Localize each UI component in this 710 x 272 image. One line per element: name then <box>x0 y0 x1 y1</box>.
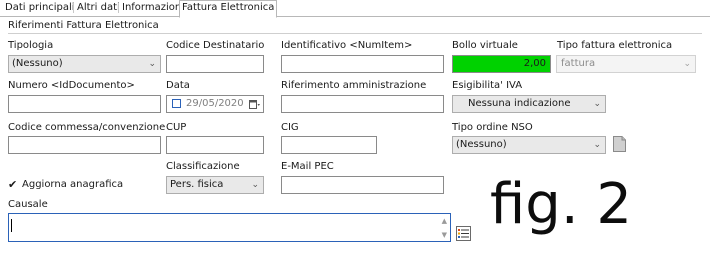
identificativo-field[interactable] <box>281 55 444 73</box>
chevron-down-icon: ⌄ <box>251 180 259 190</box>
email-pec-field[interactable] <box>281 176 444 194</box>
document-icon[interactable] <box>613 136 626 152</box>
causale-textarea[interactable]: ▲ ▼ <box>8 213 451 242</box>
tipologia-value: (Nessuno) <box>12 58 63 69</box>
tab-fattura-elettronica[interactable]: Fattura Elettronica <box>179 0 278 18</box>
tipologia-select[interactable]: (Nessuno) ⌄ <box>8 55 161 73</box>
label-data: Data <box>166 80 190 91</box>
tipo-fattura-select[interactable]: fattura ⌄ <box>556 55 696 73</box>
cup-field[interactable] <box>166 136 264 154</box>
riferimento-amministrazione-field[interactable] <box>281 95 444 113</box>
label-cig: CIG <box>281 122 299 133</box>
tab-altri-dati[interactable]: Altri dati <box>75 1 122 15</box>
label-esigibilita-iva: Esigibilita' IVA <box>452 80 523 91</box>
tab-bar: Dati principali Altri dati Informazioni … <box>0 0 710 18</box>
label-email-pec: E-Mail PEC <box>281 161 334 172</box>
chevron-down-icon: ⌄ <box>148 59 156 69</box>
aggiorna-anagrafica-checkbox[interactable]: ✔ <box>8 179 19 190</box>
label-cup: CUP <box>166 122 187 133</box>
section-divider <box>8 33 702 34</box>
scroll-up-icon[interactable]: ▲ <box>442 217 447 225</box>
text-caret <box>11 219 12 232</box>
section-title: Riferimenti Fattura Elettronica <box>8 20 159 31</box>
tipo-ordine-nso-select[interactable]: (Nessuno) ⌄ <box>452 136 606 154</box>
label-riferimento-amministrazione: Riferimento amministrazione <box>281 80 427 91</box>
label-tipo-fattura: Tipo fattura elettronica <box>557 40 673 51</box>
tab-dati-principali[interactable]: Dati principali <box>3 1 77 15</box>
label-numero: Numero <IdDocumento> <box>8 80 135 91</box>
tab-informazioni[interactable]: Informazioni <box>120 1 186 15</box>
label-codice-destinatario: Codice Destinatario <box>166 40 265 51</box>
calendar-icon[interactable] <box>249 99 260 110</box>
label-aggiorna-anagrafica: Aggiorna anagrafica <box>22 179 124 190</box>
chevron-down-icon: ⌄ <box>593 99 601 109</box>
tab-separator <box>73 3 74 13</box>
label-tipo-ordine-nso: Tipo ordine NSO <box>452 122 533 133</box>
label-codice-commessa: Codice commessa/convenzione <box>8 122 166 133</box>
figure-annotation: fig. 2 <box>490 172 633 237</box>
bollo-virtuale-field[interactable]: 2,00 <box>452 55 551 73</box>
label-classificazione: Classificazione <box>166 161 240 172</box>
esigibilita-iva-value: Nessuna indicazione <box>468 98 571 109</box>
data-date-picker[interactable]: 29/05/2020 <box>166 95 264 113</box>
list-picker-icon[interactable] <box>456 226 471 241</box>
classificazione-select[interactable]: Pers. fisica ⌄ <box>166 176 264 194</box>
data-value: 29/05/2020 <box>186 98 244 109</box>
codice-destinatario-field[interactable] <box>166 55 264 73</box>
tipo-ordine-nso-value: (Nessuno) <box>456 139 507 150</box>
tipo-fattura-value: fattura <box>561 58 596 69</box>
classificazione-value: Pers. fisica <box>170 179 224 190</box>
chevron-down-icon: ⌄ <box>593 140 601 150</box>
label-causale: Causale <box>8 199 48 210</box>
label-tipologia: Tipologia <box>8 40 54 51</box>
tab-separator <box>118 3 119 13</box>
cig-field[interactable] <box>281 136 377 154</box>
date-enable-checkbox[interactable] <box>172 99 181 108</box>
scroll-down-icon[interactable]: ▼ <box>442 231 447 239</box>
esigibilita-iva-select[interactable]: Nessuna indicazione ⌄ <box>452 95 606 113</box>
label-bollo-virtuale: Bollo virtuale <box>452 40 518 51</box>
label-identificativo: Identificativo <NumItem> <box>281 40 413 51</box>
codice-commessa-field[interactable] <box>8 136 161 154</box>
numero-field[interactable] <box>8 95 161 113</box>
chevron-down-icon: ⌄ <box>683 59 691 69</box>
